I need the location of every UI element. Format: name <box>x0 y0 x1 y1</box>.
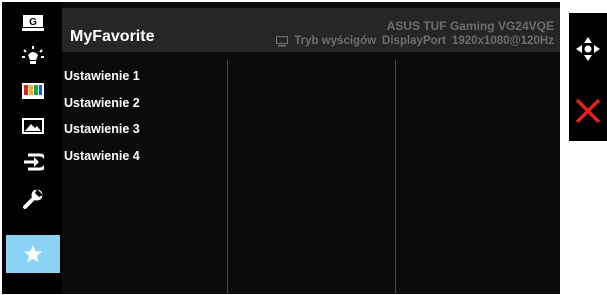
navigation-button[interactable] <box>569 31 607 67</box>
settings-list: Ustawienie 1 Ustawienie 2 Ustawienie 3 U… <box>64 68 140 174</box>
sidebar: G <box>2 2 62 294</box>
close-icon <box>575 98 601 124</box>
star-icon <box>24 245 42 263</box>
sidebar-item-gaming[interactable]: G <box>6 6 60 40</box>
mode-label: Tryb wyścigów <box>294 35 377 47</box>
sidebar-item-system-setup[interactable] <box>6 182 60 216</box>
monitor-icon <box>276 35 289 46</box>
sidebar-item-myfavorite[interactable] <box>6 235 60 273</box>
setting-item-1[interactable]: Ustawienie 1 <box>64 68 140 95</box>
resolution-label: 1920x1080@120Hz <box>451 35 554 47</box>
input-select-icon <box>24 153 44 171</box>
close-button[interactable] <box>569 91 607 131</box>
column-divider <box>395 60 396 294</box>
color-icon <box>22 83 44 99</box>
sidebar-item-brightness[interactable] <box>6 40 60 74</box>
control-panel <box>569 13 607 141</box>
input-label: DisplayPort <box>382 35 446 47</box>
page-title: MyFavorite <box>70 28 155 45</box>
status-info: Tryb wyścigów DisplayPort 1920x1080@120H… <box>276 35 554 47</box>
sidebar-item-image[interactable] <box>6 109 60 143</box>
setting-item-2[interactable]: Ustawienie 2 <box>64 95 140 122</box>
sidebar-item-input[interactable] <box>6 145 60 179</box>
brightness-icon <box>22 46 44 64</box>
navigation-joystick-icon <box>576 37 600 61</box>
column-divider <box>227 60 228 294</box>
system-setup-icon <box>23 189 43 209</box>
osd-menu: G MyFavorite ASUS TUF Gaming VG24VQE Try… <box>2 2 560 294</box>
image-icon <box>22 118 44 134</box>
svg-text:G: G <box>29 17 37 28</box>
header-bar: MyFavorite ASUS TUF Gaming VG24VQE Tryb … <box>62 8 560 52</box>
monitor-model: ASUS TUF Gaming VG24VQE <box>386 19 554 33</box>
setting-item-4[interactable]: Ustawienie 4 <box>64 148 140 175</box>
content-area: MyFavorite ASUS TUF Gaming VG24VQE Tryb … <box>62 2 560 294</box>
setting-item-3[interactable]: Ustawienie 3 <box>64 121 140 148</box>
sidebar-item-color[interactable] <box>6 74 60 108</box>
gaming-icon: G <box>22 15 44 31</box>
